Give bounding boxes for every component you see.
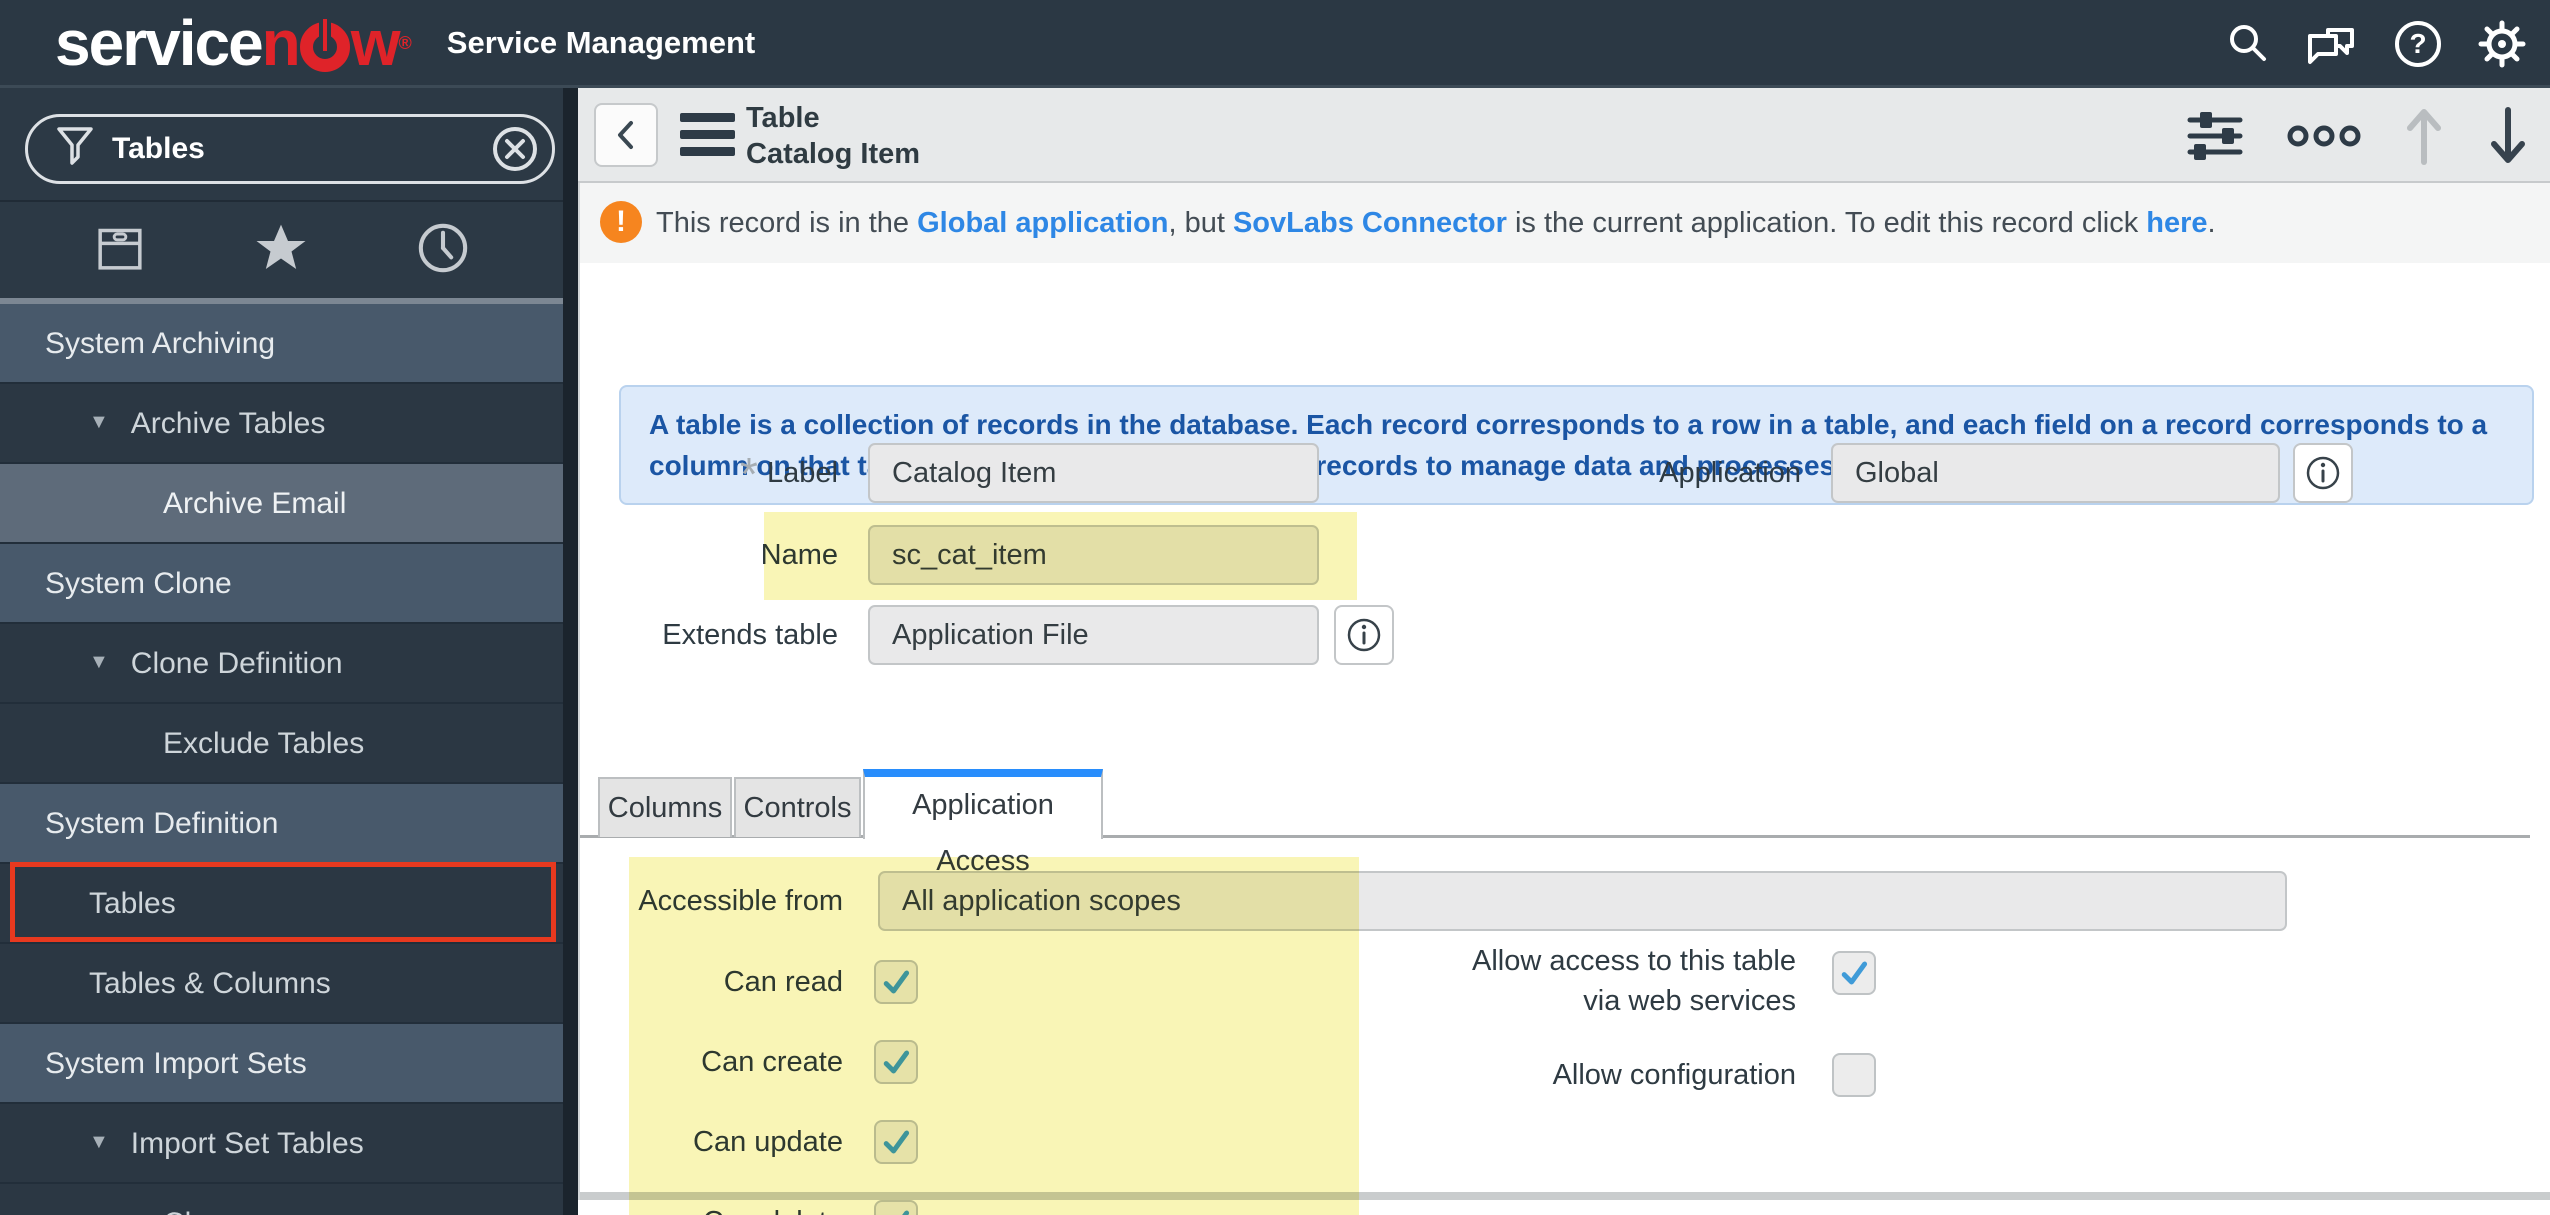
main-content: Table Catalog Item ! This record is in t… xyxy=(578,88,2550,1215)
record-name: Catalog Item xyxy=(746,138,921,170)
help-icon[interactable]: ? xyxy=(2392,18,2444,70)
expand-arrow-icon[interactable]: ▼ xyxy=(89,622,109,702)
expand-arrow-icon[interactable]: ▼ xyxy=(89,1102,109,1182)
back-chevron-icon xyxy=(618,121,633,149)
product-title: Service Management xyxy=(446,24,756,60)
previous-record-icon[interactable] xyxy=(2402,104,2446,168)
filter-navigator-input[interactable]: Tables xyxy=(25,114,555,184)
sidebar-item-clone-definition[interactable]: ▼ Clone Definition xyxy=(0,624,563,704)
accessible-from-label: Accessible from xyxy=(638,885,843,917)
tab-controls[interactable]: Controls xyxy=(734,777,861,837)
web-services-checkbox[interactable] xyxy=(1832,951,1876,995)
power-button-icon xyxy=(299,18,350,72)
edit-here-link[interactable]: here xyxy=(2146,207,2207,239)
all-applications-icon[interactable] xyxy=(92,220,148,281)
navigator-tools-row xyxy=(0,200,563,298)
more-icon[interactable] xyxy=(2286,121,2362,151)
form-panel: A table is a collection of records in th… xyxy=(578,263,2550,1215)
filter-text: Tables xyxy=(112,132,205,165)
application-field-label: Application xyxy=(1659,457,1801,489)
personalize-icon[interactable] xyxy=(2184,106,2246,166)
clear-filter-icon[interactable] xyxy=(492,126,538,172)
can-update-checkbox[interactable] xyxy=(874,1120,918,1164)
sidebar-section-system-import-sets[interactable]: System Import Sets xyxy=(0,1024,563,1104)
navigator-filter-row: Tables xyxy=(0,88,563,200)
check-icon xyxy=(883,1130,910,1154)
mandatory-indicator: * xyxy=(740,448,758,500)
chat-icon[interactable] xyxy=(2304,20,2360,68)
application-navigator: System Archiving ▼ Archive Tables Archive… xyxy=(0,304,563,1215)
svg-text:?: ? xyxy=(2409,28,2426,59)
name-field-label: Name xyxy=(760,539,838,571)
accessible-from-select[interactable]: All application scopes xyxy=(878,871,2287,931)
application-info-button[interactable] xyxy=(2293,443,2353,503)
panel-bottom-border xyxy=(580,1192,2550,1200)
logo-service-text: service xyxy=(55,6,264,79)
allow-configuration-label: Allow configuration xyxy=(1552,1059,1796,1091)
check-icon xyxy=(1841,961,1868,985)
can-create-checkbox[interactable] xyxy=(874,1040,918,1084)
extends-table-field-label: Extends table xyxy=(662,619,838,651)
context-menu-icon[interactable] xyxy=(680,113,735,164)
sidebar-item-tables-and-columns[interactable]: Tables & Columns xyxy=(0,944,563,1024)
sidebar-item-import-set-tables[interactable]: ▼ Import Set Tables xyxy=(0,1104,563,1184)
can-read-label: Can read xyxy=(723,966,843,998)
allow-configuration-checkbox[interactable] xyxy=(1832,1053,1876,1097)
sidebar-item-archive-email[interactable]: Archive Email xyxy=(0,464,563,544)
record-title: Table Catalog Item xyxy=(746,100,920,172)
sidebar-item-cleanup[interactable]: Cleanup xyxy=(0,1184,563,1215)
logo-n-text: n xyxy=(261,6,301,79)
web-services-label: Allow access to this table via web servi… xyxy=(1472,945,1796,1017)
filter-funnel-icon xyxy=(56,125,94,174)
global-application-link[interactable]: Global application xyxy=(917,207,1168,239)
gear-icon[interactable] xyxy=(2476,18,2528,70)
can-create-label: Can create xyxy=(701,1046,843,1078)
top-header-bar: service n w ® Service Management ? xyxy=(0,0,2550,88)
record-header-bar: Table Catalog Item xyxy=(578,88,2550,183)
can-delete-checkbox[interactable] xyxy=(874,1200,918,1215)
expand-arrow-icon[interactable]: ▼ xyxy=(89,382,109,462)
extends-table-field[interactable]: Application File xyxy=(868,605,1319,665)
sidebar-section-system-definition[interactable]: System Definition xyxy=(0,784,563,864)
registered-mark: ® xyxy=(398,32,412,53)
logo-w-text: w xyxy=(350,6,401,79)
servicenow-app: service n w ® Service Management ? Table… xyxy=(0,0,2550,1215)
application-field[interactable]: Global xyxy=(1831,443,2280,503)
history-clock-icon[interactable] xyxy=(415,220,471,281)
navigation-sidebar: Tables System Archiving ▼ Archive Tables … xyxy=(0,88,563,1215)
can-update-label: Can update xyxy=(693,1126,843,1158)
warning-icon: ! xyxy=(600,201,642,243)
tab-application-access[interactable]: Application Access xyxy=(863,769,1103,877)
favorites-star-icon[interactable] xyxy=(252,220,310,281)
check-icon xyxy=(883,970,910,994)
info-icon xyxy=(1347,618,1381,652)
search-icon[interactable] xyxy=(2224,20,2272,68)
sidebar-section-system-clone[interactable]: System Clone xyxy=(0,544,563,624)
info-icon xyxy=(2306,456,2340,490)
servicenow-logo[interactable]: service n w ® xyxy=(55,0,412,87)
label-field[interactable]: Catalog Item xyxy=(868,443,1319,503)
label-field-label: Label xyxy=(767,457,838,489)
extends-table-info-button[interactable] xyxy=(1334,605,1394,665)
sidebar-item-tables[interactable]: Tables xyxy=(0,864,563,944)
check-icon xyxy=(883,1050,910,1074)
next-record-icon[interactable] xyxy=(2486,104,2530,168)
can-read-checkbox[interactable] xyxy=(874,960,918,1004)
sidebar-section-system-archiving[interactable]: System Archiving xyxy=(0,304,563,384)
sidebar-item-exclude-tables[interactable]: Exclude Tables xyxy=(0,704,563,784)
tab-columns[interactable]: Columns xyxy=(598,777,732,837)
sovlabs-connector-link[interactable]: SovLabs Connector xyxy=(1233,207,1507,239)
record-type: Table xyxy=(746,102,820,134)
sidebar-item-archive-tables[interactable]: ▼ Archive Tables xyxy=(0,384,563,464)
name-field[interactable]: sc_cat_item xyxy=(868,525,1319,585)
cross-scope-warning: ! This record is in the Global applicati… xyxy=(578,183,2550,263)
sidebar-gutter xyxy=(563,88,578,1215)
back-button[interactable] xyxy=(594,103,658,167)
check-icon xyxy=(902,1210,910,1215)
can-delete-label: Can delete xyxy=(703,1200,843,1215)
